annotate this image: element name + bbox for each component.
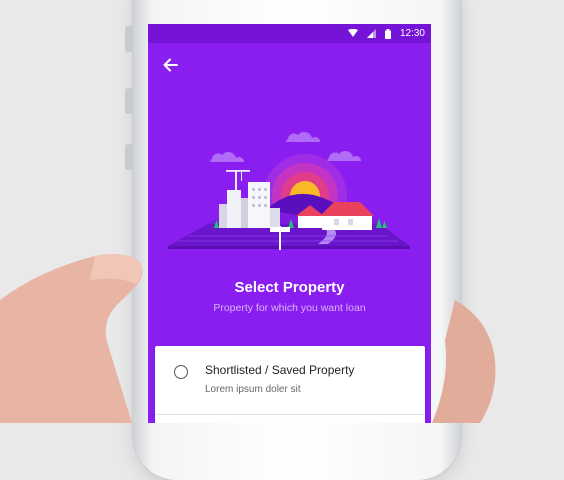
back-button[interactable]	[162, 56, 180, 74]
status-time: 12:30	[399, 28, 425, 39]
wifi-icon	[347, 29, 358, 38]
page-subtitle: Property for which you want loan	[213, 302, 366, 314]
app-screen: 12:30 Select Property Property for which…	[148, 24, 431, 423]
battery-icon	[384, 28, 391, 39]
radio-button[interactable]	[174, 365, 188, 379]
status-bar: 12:30	[148, 24, 431, 43]
divider	[155, 414, 425, 415]
option-title: Shortlisted / Saved Property	[205, 363, 355, 377]
volume-down-button	[125, 144, 133, 170]
arrow-left-icon	[163, 58, 178, 72]
property-illustration	[168, 131, 410, 250]
property-options-card: Shortlisted / Saved Property Lorem ipsum…	[155, 346, 425, 423]
option-description: Lorem ipsum doler sit	[205, 384, 301, 395]
page-title: Select Property	[234, 279, 345, 296]
volume-up-button	[125, 88, 133, 114]
mute-switch	[125, 26, 133, 52]
signal-icon	[366, 29, 376, 38]
